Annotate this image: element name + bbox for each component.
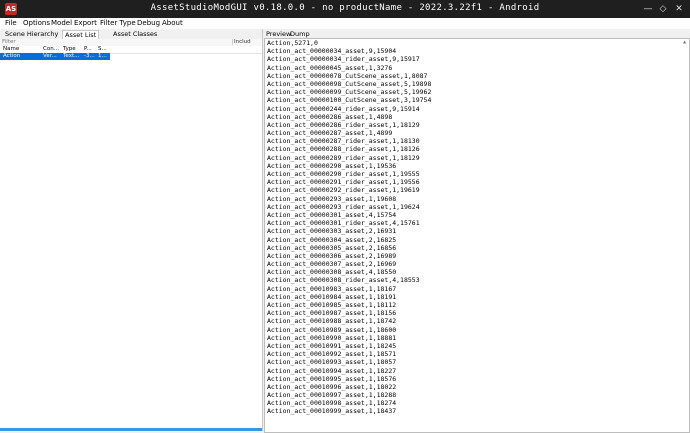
dump-line: Action_act_00010999_asset,1,18437	[267, 407, 397, 416]
dump-line: Action_act_00010988_asset,1,18742	[267, 317, 397, 326]
preview-panel: Preview Dump ▲ Action,5271,0 Action_act_0…	[263, 29, 690, 433]
menu-options[interactable]: Options	[23, 19, 50, 27]
dump-line: Action_act_00010992_asset,1,18571	[267, 350, 397, 359]
menu-debug[interactable]: Debug	[137, 19, 160, 27]
dump-line: Action_act_00000286_asset,1,4898	[267, 112, 393, 121]
column-container[interactable]: Con...	[43, 46, 61, 53]
maximize-icon[interactable]: ◇	[656, 3, 670, 15]
filter-mode-select[interactable]: Includ	[232, 39, 262, 45]
cell-size: 1...	[98, 53, 107, 59]
window-title: AssetStudioModGUI v0.18.0.0 - no product…	[150, 3, 540, 13]
dump-line: Action_act_00000287_rider_asset,1,18130	[267, 137, 420, 146]
dump-line: Action_act_00010985_asset,1,18112	[267, 301, 397, 309]
menu-file[interactable]: File	[5, 19, 17, 27]
dump-line: Action_act_00010983_asset,1,18167	[267, 284, 397, 293]
dump-line: Action_act_00000034_asset,9,15904	[267, 47, 397, 56]
dump-line: Action_act_00010994_asset,1,18227	[267, 366, 397, 375]
dump-line: Action_act_00000306_asset,2,16989	[267, 251, 397, 260]
dump-line: Action_act_00000045_asset,1,3276	[267, 63, 393, 72]
dump-line: Action_act_00000034_rider_asset,9,15917	[267, 55, 420, 64]
dump-line: Action_act_00000307_asset,2,16969	[267, 260, 397, 269]
dump-line: Action_act_00010993_asset,1,18057	[267, 358, 397, 367]
dump-line: Action_act_00000304_asset,2,16825	[267, 235, 397, 244]
dump-line: Action_act_00010995_asset,1,18576	[267, 374, 397, 383]
menu-model[interactable]: Model	[51, 19, 72, 27]
menu-export[interactable]: Export	[74, 19, 97, 27]
scroll-up-arrow-icon[interactable]: ▲	[682, 40, 687, 44]
cell-name: Action	[3, 53, 21, 59]
table-row[interactable]: Action Ver... Text... -3... 1...	[0, 53, 110, 60]
dump-line: Action_act_00000303_asset,2,16931	[267, 227, 397, 236]
dump-line: Action_act_00010987_asset,1,18156	[267, 309, 397, 318]
dump-line: Action_act_00000286_rider_asset,1,18129	[267, 120, 420, 129]
dump-line: Action_act_00000100_CutScene_asset,3,197…	[267, 96, 432, 105]
tab-asset-classes[interactable]: Asset Classes	[111, 30, 159, 38]
dump-line: Action_act_00010989_asset,1,18600	[267, 325, 397, 334]
dump-line: Action_act_00000099_CutScene_asset,5,199…	[267, 88, 432, 97]
menu-filter-type[interactable]: Filter Type	[100, 19, 136, 27]
dump-line: Action_act_00000244_rider_asset,9,15914	[267, 104, 420, 113]
minimize-icon[interactable]: —	[641, 3, 655, 15]
dump-line: Action_act_00000289_rider_asset,1,18129	[267, 153, 420, 162]
cell-pathid: -3...	[84, 53, 95, 59]
dump-line: Action_act_00010984_asset,1,18191	[267, 292, 397, 301]
right-tab-strip: Preview Dump	[263, 29, 690, 38]
dump-line: Action_act_00010991_asset,1,18245	[267, 341, 397, 350]
dump-line: Action_act_00000308_asset,4,18550	[267, 268, 397, 277]
menu-about[interactable]: About	[162, 19, 183, 27]
tab-asset-list[interactable]: Asset List	[62, 30, 100, 39]
dump-line: Action_act_00000301_rider_asset,4,15761	[267, 219, 420, 228]
dump-line: Action_act_00000301_asset,4,15754	[267, 210, 397, 219]
column-pathid[interactable]: P...	[84, 46, 96, 53]
asset-list-panel: Scene Hierarchy Asset List Asset Classes…	[0, 29, 263, 431]
dump-line: Action_act_00000293_rider_asset,1,19624	[267, 202, 420, 211]
cell-type: Text...	[63, 53, 80, 59]
dump-line: Action_act_00000291_rider_asset,1,19556	[267, 178, 420, 187]
dump-line: Action,5271,0	[267, 39, 318, 47]
dump-line: Action_act_00000305_asset,2,16856	[267, 243, 397, 252]
dump-text-area[interactable]: ▲ Action,5271,0 Action_act_00000034_asset…	[264, 38, 690, 433]
tab-scene-hierarchy[interactable]: Scene Hierarchy	[3, 30, 60, 38]
column-name[interactable]: Name	[3, 46, 41, 53]
dump-line: Action_act_00010998_asset,1,18274	[267, 399, 397, 408]
dump-line: Action_act_00000308_rider_asset,4,18553	[267, 276, 420, 285]
filter-input[interactable]: Filter	[2, 39, 227, 45]
cell-container: Ver...	[43, 53, 57, 59]
dump-line: Action_act_00000098_CutScene_asset,5,198…	[267, 79, 432, 88]
dump-line: Action_act_00000292_rider_asset,1,19619	[267, 186, 420, 195]
dump-line: Action_act_00000287_asset,1,4899	[267, 129, 393, 138]
dump-line: Action_act_00000288_rider_asset,1,18126	[267, 145, 420, 154]
dump-line: Action_act_00000293_asset,1,19608	[267, 194, 397, 203]
dump-line: Action_act_00010996_asset,1,18022	[267, 382, 397, 391]
dump-line: Action_act_00000290_rider_asset,1,19555	[267, 170, 420, 178]
dump-line: Action_act_00010990_asset,1,18881	[267, 333, 397, 342]
tab-dump[interactable]: Dump	[290, 30, 310, 38]
tab-preview[interactable]: Preview	[266, 30, 291, 38]
dump-line: Action_act_00000290_asset,1,19536	[267, 161, 397, 170]
dump-line: Action_act_00010997_asset,1,18288	[267, 391, 397, 400]
column-type[interactable]: Type	[63, 46, 82, 53]
column-size[interactable]: S...	[98, 46, 110, 53]
close-icon[interactable]: ✕	[672, 3, 686, 15]
title-bar: AS AssetStudioModGUI v0.18.0.0 - no prod…	[0, 0, 690, 18]
dump-line: Action_act_00000078_CutScene_asset,1,808…	[267, 71, 428, 80]
